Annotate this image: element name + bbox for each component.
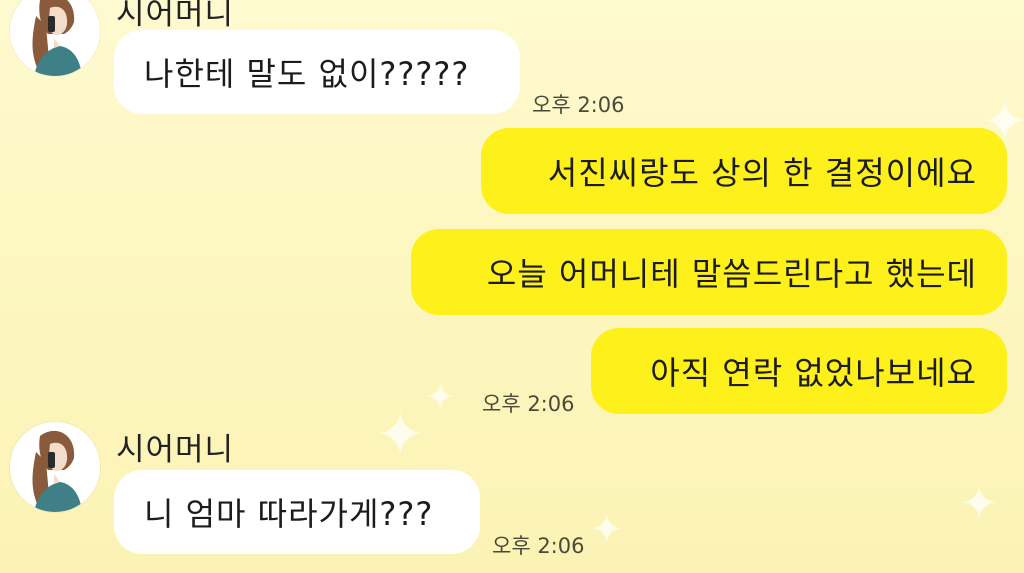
message-text: 오늘 어머니테 말씀드린다고 했는데 [486, 255, 977, 293]
sparkle-icon: ✦ [590, 507, 624, 553]
message-text: 니 엄마 따라가게??? [144, 495, 434, 533]
message-bubble-outgoing[interactable]: 아직 연락 없었나보네요 [591, 328, 1007, 414]
sparkle-icon: ✦ [375, 400, 426, 470]
message-bubble-outgoing[interactable]: 오늘 어머니테 말씀드린다고 했는데 [411, 229, 1007, 315]
woman-on-phone-avatar-icon [10, 0, 100, 76]
sender-name: 시어머니 [116, 0, 235, 32]
message-bubble-incoming[interactable]: 니 엄마 따라가게??? [114, 470, 480, 554]
message-text: 서진씨랑도 상의 한 결정이에요 [547, 154, 977, 192]
sparkle-icon: ✦ [425, 377, 456, 418]
message-timestamp: 오후 2:06 [482, 392, 575, 416]
avatar[interactable] [10, 422, 100, 512]
message-timestamp: 오후 2:06 [532, 93, 625, 117]
message-timestamp: 오후 2:06 [492, 534, 585, 558]
message-text: 나한테 말도 없이????? [144, 55, 470, 93]
sender-name: 시어머니 [116, 432, 235, 468]
message-bubble-outgoing[interactable]: 서진씨랑도 상의 한 결정이에요 [481, 128, 1007, 214]
avatar[interactable] [10, 0, 100, 76]
sparkle-icon: ✦ [960, 476, 999, 530]
woman-on-phone-avatar-icon [10, 422, 100, 512]
message-text: 아직 연락 없었나보네요 [650, 354, 977, 392]
message-bubble-incoming[interactable]: 나한테 말도 없이????? [114, 30, 520, 114]
